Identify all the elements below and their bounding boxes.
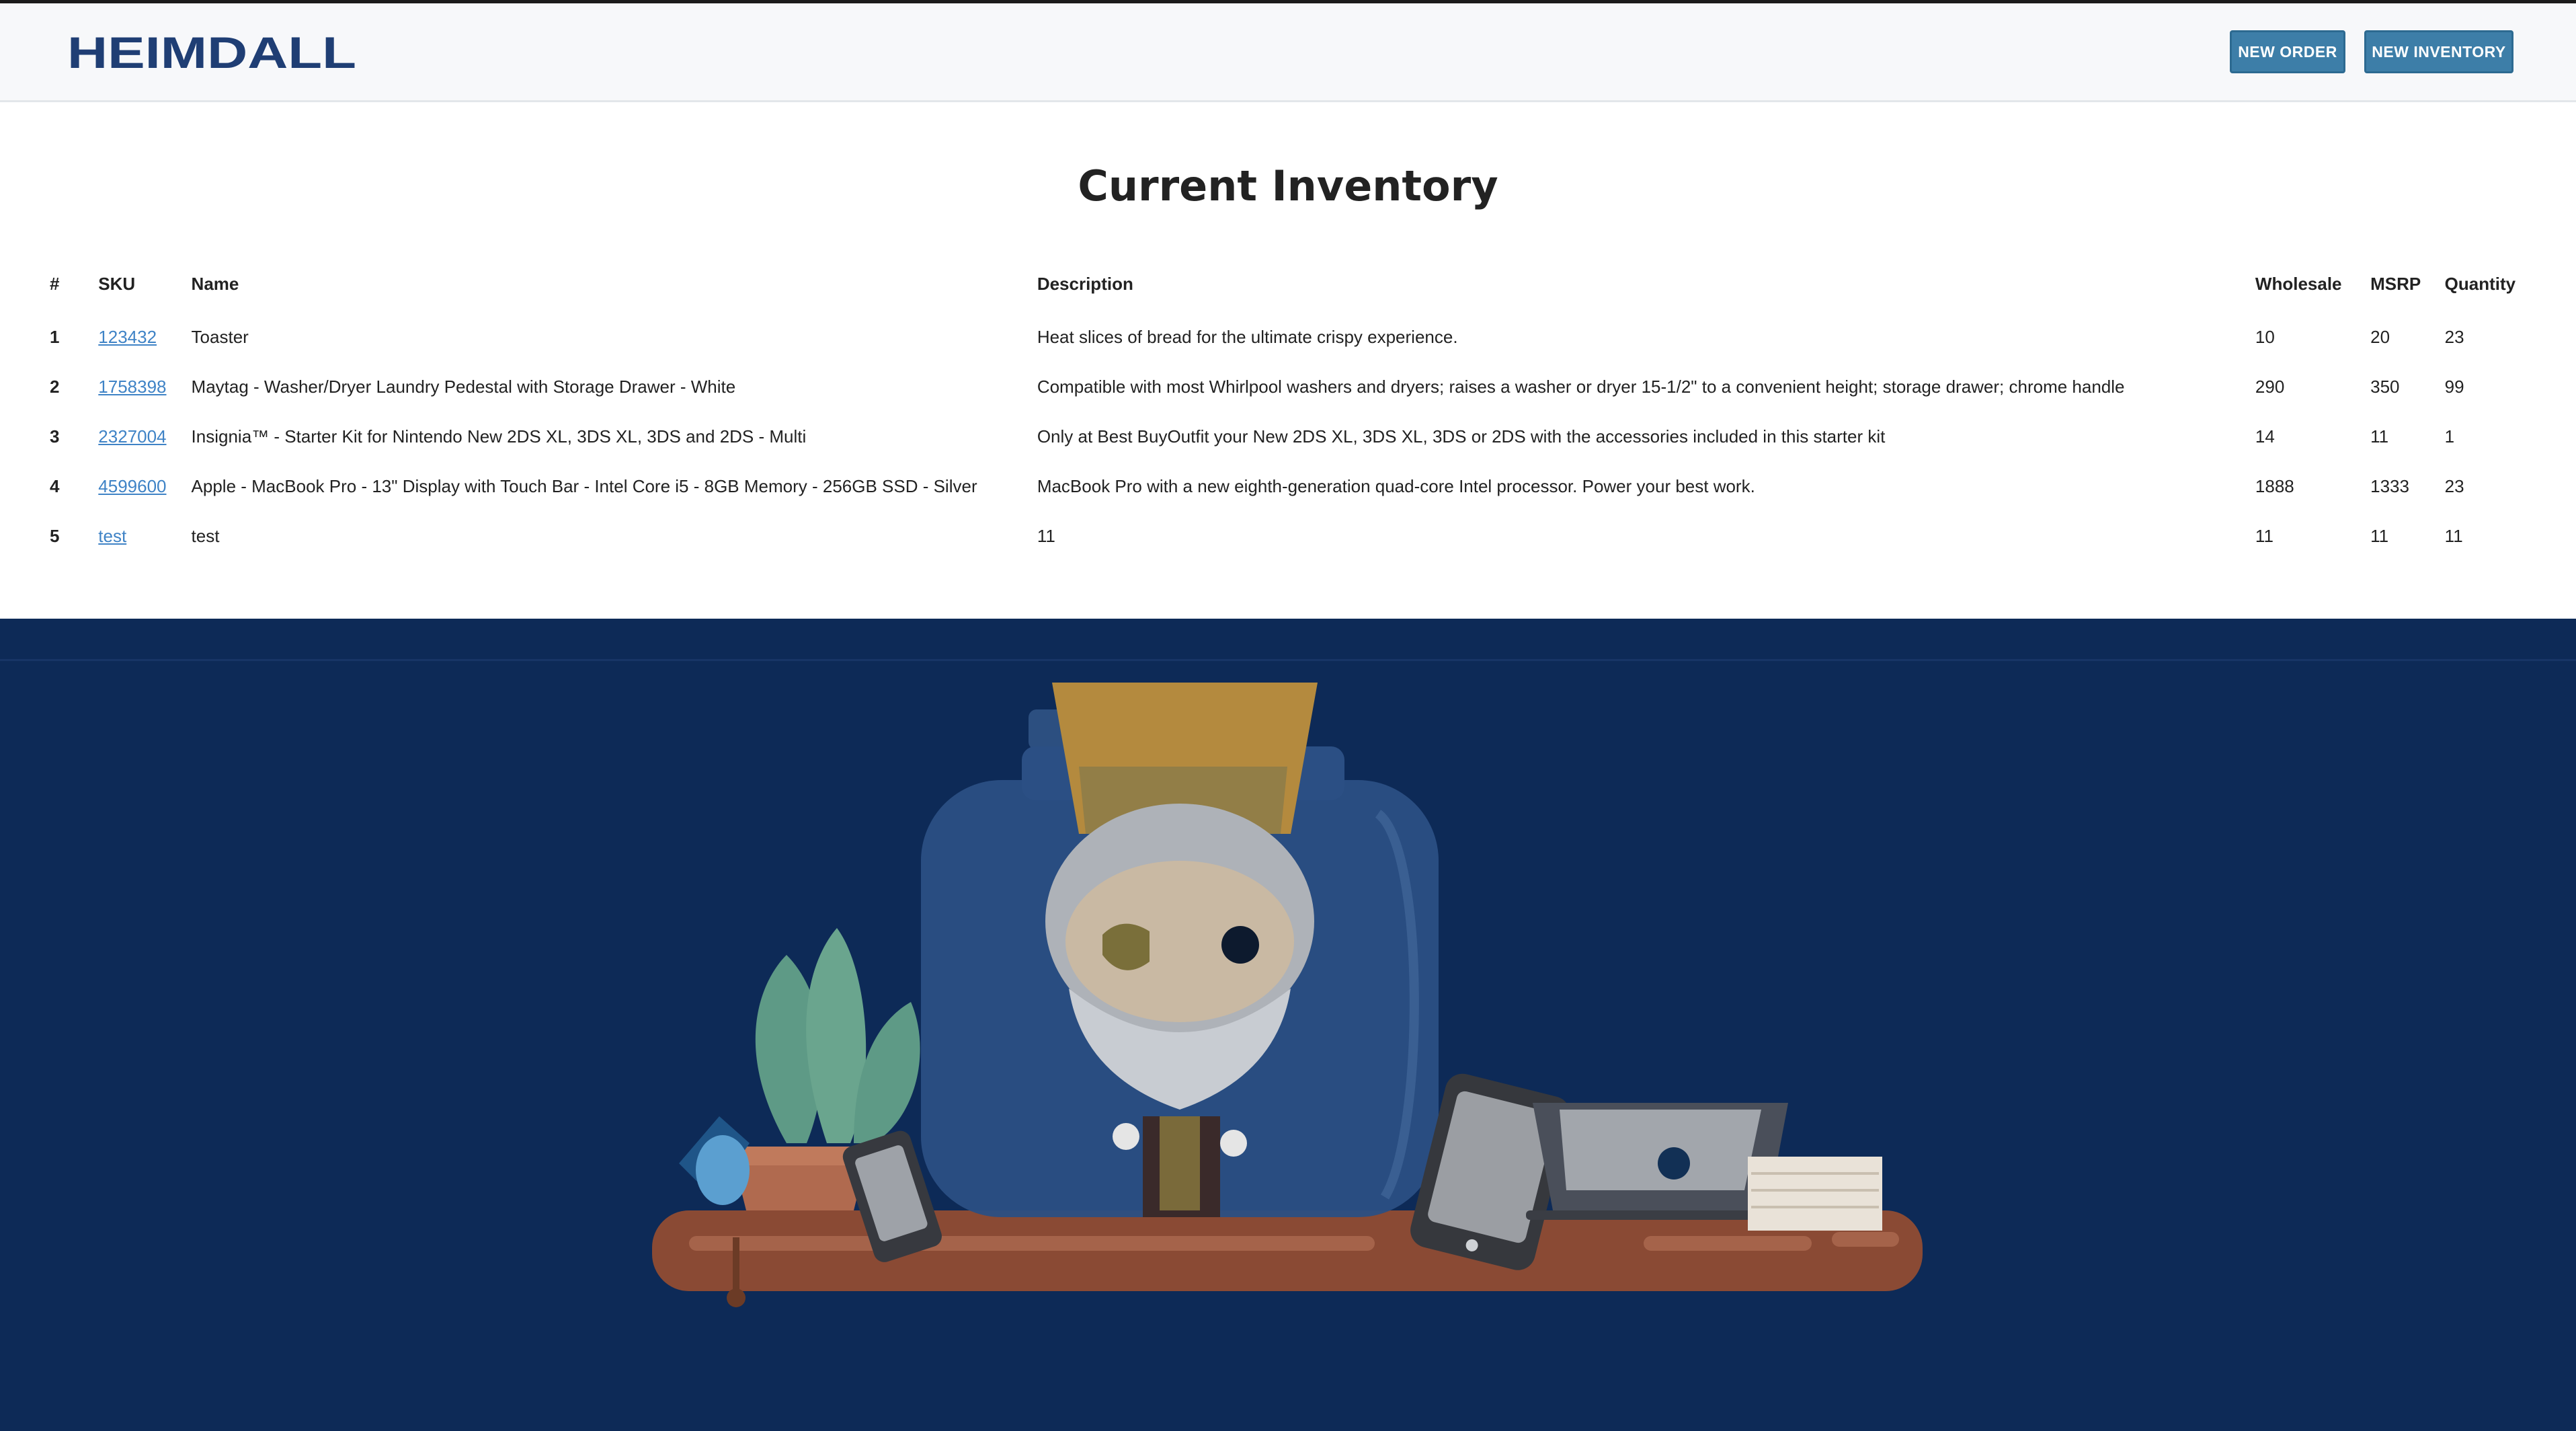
row-number: 5 [50,525,60,546]
item-name: Insignia™ - Starter Kit for Nintendo New… [191,426,807,447]
item-quantity: 23 [2444,475,2464,496]
heimdall-jar-shelf-icon [632,672,1936,1372]
item-quantity: 1 [2444,426,2455,447]
row-number: 4 [50,475,60,496]
col-header-sku: SKU [98,273,136,294]
item-quantity: 99 [2444,376,2464,397]
col-header-quantity: Quantity [2444,273,2516,294]
sku-link[interactable]: 1758398 [98,377,166,397]
logo-text: HEIMDALL [67,30,356,75]
col-header-name: Name [191,273,239,294]
new-order-button[interactable]: NEW ORDER [2230,30,2345,73]
col-header-wholesale: Wholesale [2255,273,2342,294]
item-wholesale: 10 [2255,326,2275,347]
sku-link[interactable]: 2327004 [98,426,166,447]
sku-link[interactable]: test [98,526,126,546]
row-number: 3 [50,426,60,447]
heimdall-logo[interactable]: HEIMDALL [67,28,356,77]
table-row: 3 2327004 Insignia™ - Starter Kit for Ni… [40,412,2528,461]
item-name: Apple - MacBook Pro - 13" Display with T… [191,475,977,496]
item-name: Toaster [191,326,249,347]
logo-wordmark-icon: HEIMDALL [67,28,356,77]
item-description: MacBook Pro with a new eighth-generation… [1037,475,1755,496]
item-msrp: 20 [2370,326,2390,347]
item-quantity: 23 [2444,326,2464,347]
sku-link[interactable]: 123432 [98,327,157,347]
item-msrp: 11 [2370,426,2389,447]
table-header-row: # SKU Name Description Wholesale MSRP Qu… [40,256,2528,312]
page-title: Current Inventory [1078,161,1498,210]
item-description: Compatible with most Whirlpool washers a… [1037,376,2125,397]
footer-illustration-section [0,619,2576,1431]
item-description: Heat slices of bread for the ultimate cr… [1037,326,1458,347]
item-wholesale: 290 [2255,376,2285,397]
item-wholesale: 14 [2255,426,2275,447]
table-row: 5 test test 11 11 11 11 [40,511,2528,561]
item-name: test [191,525,220,546]
item-quantity: 11 [2444,525,2463,546]
row-number: 1 [50,326,60,347]
table-row: 1 123432 Toaster Heat slices of bread fo… [40,312,2528,362]
col-header-msrp: MSRP [2370,273,2421,294]
item-description: Only at Best BuyOutfit your New 2DS XL, … [1037,426,1886,447]
item-msrp: 1333 [2370,475,2409,496]
item-msrp: 350 [2370,376,2400,397]
item-description: 11 [1037,525,1055,546]
table-row: 4 4599600 Apple - MacBook Pro - 13" Disp… [40,461,2528,511]
inventory-table: # SKU Name Description Wholesale MSRP Qu… [40,256,2528,561]
section-divider [0,659,2576,661]
item-wholesale: 11 [2255,525,2273,546]
col-header-num: # [50,273,60,294]
item-name: Maytag - Washer/Dryer Laundry Pedestal w… [191,376,736,397]
table-row: 2 1758398 Maytag - Washer/Dryer Laundry … [40,362,2528,412]
sku-link[interactable]: 4599600 [98,476,166,496]
row-number: 2 [50,376,60,397]
new-inventory-button[interactable]: NEW INVENTORY [2364,30,2513,73]
item-msrp: 11 [2370,525,2389,546]
top-navbar: HEIMDALL NEW ORDER NEW INVENTORY [0,3,2576,102]
col-header-description: Description [1037,273,1133,294]
item-wholesale: 1888 [2255,475,2294,496]
